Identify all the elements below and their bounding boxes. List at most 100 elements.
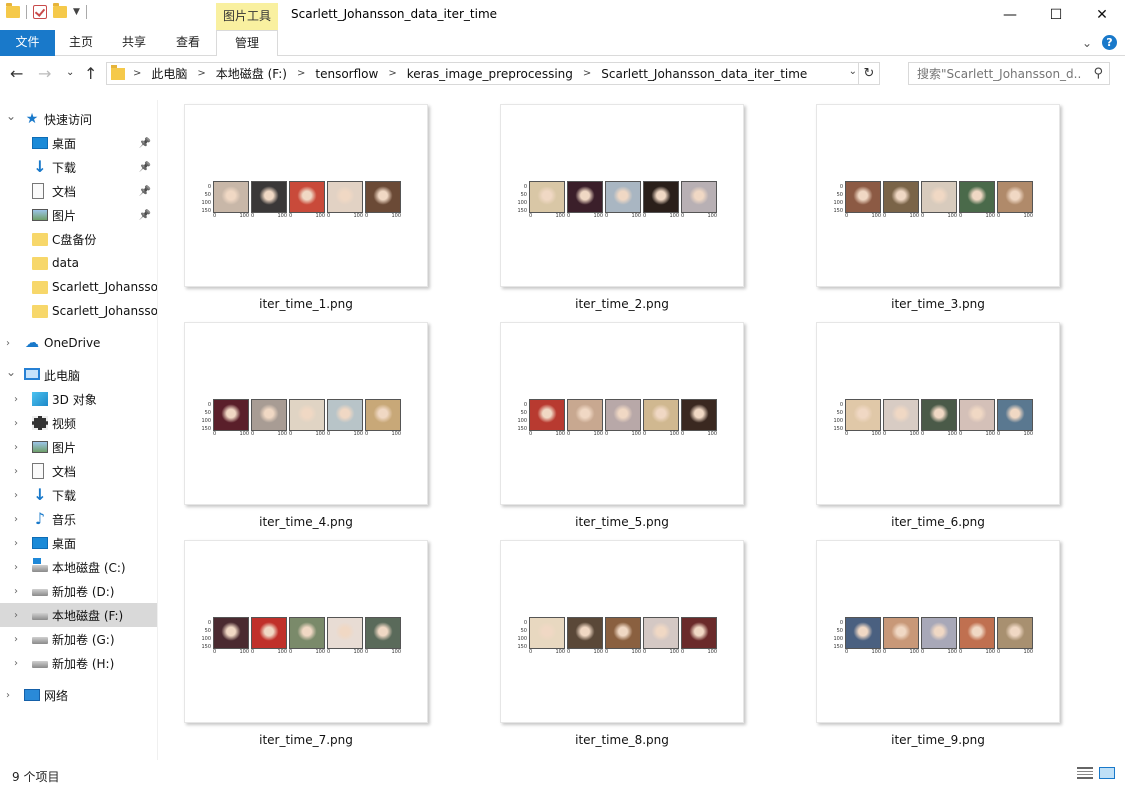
file-name[interactable]: iter_time_8.png [500, 733, 744, 747]
chevron-right-icon[interactable]: › [6, 338, 10, 349]
forward-arrow-icon[interactable]: → [38, 64, 51, 83]
large-icons-view-icon[interactable] [1099, 767, 1115, 779]
image-thumbnail[interactable]: 0 50 100 150 0 100 0 100 0 100 0 100 0 100 [816, 322, 1060, 505]
sidebar-item[interactable]: › ♪ 音乐 [0, 507, 157, 531]
new-folder-icon[interactable] [53, 3, 67, 18]
file-tile[interactable]: 0 50 100 150 0 100 0 100 0 100 0 100 0 100 iter_time_1… [184, 104, 428, 316]
sidebar-item[interactable]: Scarlett_Johansso [0, 275, 157, 299]
breadcrumb-keras[interactable]: keras_image_preprocessing [407, 67, 573, 81]
minimize-button[interactable]: — [987, 0, 1033, 30]
breadcrumb-drive-f[interactable]: 本地磁盘 (F:) [216, 65, 287, 82]
sidebar-item[interactable]: › 新加卷 (D:) [0, 579, 157, 603]
tab-manage[interactable]: 管理 [216, 30, 278, 57]
sidebar-item[interactable]: 图片 📌 [0, 203, 157, 227]
breadcrumb-separator[interactable]: > [297, 68, 305, 79]
sidebar-item[interactable]: ⌄ 此电脑 [0, 363, 157, 387]
chevron-right-icon[interactable]: › [14, 658, 18, 669]
pin-icon[interactable]: 📌 [139, 186, 151, 197]
breadcrumb-separator[interactable]: > [133, 68, 141, 79]
image-thumbnail[interactable]: 0 50 100 150 0 100 0 100 0 100 0 100 0 100 [184, 104, 428, 287]
sidebar-item[interactable]: › 文档 [0, 459, 157, 483]
file-tile[interactable]: 0 50 100 150 0 100 0 100 0 100 0 100 0 100 iter_time_8… [500, 540, 744, 752]
sidebar-item[interactable]: › 本地磁盘 (C:) [0, 555, 157, 579]
tab-view[interactable]: 查看 [161, 30, 215, 56]
search-icon[interactable]: ⚲ [1093, 66, 1103, 81]
sidebar-item[interactable]: › 新加卷 (H:) [0, 651, 157, 675]
chevron-right-icon[interactable]: › [14, 490, 18, 501]
file-name[interactable]: iter_time_9.png [816, 733, 1060, 747]
chevron-right-icon[interactable]: › [14, 586, 18, 597]
sidebar-item[interactable]: › ↓ 下载 [0, 483, 157, 507]
pin-icon[interactable]: 📌 [139, 162, 151, 173]
back-arrow-icon[interactable]: ← [10, 64, 23, 83]
file-tile[interactable]: 0 50 100 150 0 100 0 100 0 100 0 100 0 100 iter_time_9… [816, 540, 1060, 752]
sidebar-item[interactable]: › 桌面 [0, 531, 157, 555]
breadcrumb-separator[interactable]: > [197, 68, 205, 79]
sidebar-item[interactable]: C盘备份 [0, 227, 157, 251]
image-thumbnail[interactable]: 0 50 100 150 0 100 0 100 0 100 0 100 0 100 [184, 540, 428, 723]
file-name[interactable]: iter_time_6.png [816, 515, 1060, 529]
image-thumbnail[interactable]: 0 50 100 150 0 100 0 100 0 100 0 100 0 100 [500, 104, 744, 287]
file-name[interactable]: iter_time_4.png [184, 515, 428, 529]
file-name[interactable]: iter_time_1.png [184, 297, 428, 311]
folder-icon[interactable] [6, 3, 20, 18]
file-tile[interactable]: 0 50 100 150 0 100 0 100 0 100 0 100 0 100 iter_time_4… [184, 322, 428, 534]
breadcrumb-current-folder[interactable]: Scarlett_Johansson_data_iter_time [601, 67, 807, 81]
properties-icon[interactable] [33, 5, 47, 19]
recent-chevron-down-icon[interactable]: ⌄ [66, 67, 74, 78]
file-tile[interactable]: 0 50 100 150 0 100 0 100 0 100 0 100 0 100 iter_time_5… [500, 322, 744, 534]
address-dropdown-chevron-icon[interactable]: ⌄ [849, 66, 857, 77]
file-name[interactable]: iter_time_5.png [500, 515, 744, 529]
breadcrumb-separator[interactable]: > [388, 68, 396, 79]
file-tile[interactable]: 0 50 100 150 0 100 0 100 0 100 0 100 0 100 iter_time_6… [816, 322, 1060, 534]
refresh-icon[interactable]: ↻ [858, 62, 880, 85]
help-icon[interactable]: ? [1102, 35, 1117, 50]
tab-file[interactable]: 文件 [0, 30, 55, 56]
search-box[interactable]: ⚲ [908, 62, 1110, 85]
sidebar-item[interactable]: › 网络 [0, 683, 157, 707]
sidebar-item[interactable]: 桌面 📌 [0, 131, 157, 155]
chevron-down-icon[interactable]: ▼ [73, 7, 80, 17]
sidebar-item[interactable]: › 本地磁盘 (F:) [0, 603, 157, 627]
sidebar-item[interactable]: ↓ 下载 📌 [0, 155, 157, 179]
sidebar-item[interactable]: Scarlett_Johansso [0, 299, 157, 323]
chevron-right-icon[interactable]: › [14, 562, 18, 573]
chevron-right-icon[interactable]: › [14, 466, 18, 477]
image-thumbnail[interactable]: 0 50 100 150 0 100 0 100 0 100 0 100 0 100 [500, 322, 744, 505]
address-bar[interactable]: > 此电脑 > 本地磁盘 (F:) > tensorflow > keras_i… [106, 62, 880, 85]
tab-home[interactable]: 主页 [55, 30, 107, 56]
file-name[interactable]: iter_time_2.png [500, 297, 744, 311]
image-thumbnail[interactable]: 0 50 100 150 0 100 0 100 0 100 0 100 0 100 [816, 104, 1060, 287]
pin-icon[interactable]: 📌 [139, 138, 151, 149]
chevron-down-icon[interactable]: ⌄ [1082, 36, 1092, 50]
chevron-right-icon[interactable]: › [14, 418, 18, 429]
file-name[interactable]: iter_time_7.png [184, 733, 428, 747]
chevron-down-icon[interactable]: ⌄ [6, 109, 16, 123]
chevron-right-icon[interactable]: › [14, 538, 18, 549]
sidebar-item[interactable]: › 3D 对象 [0, 387, 157, 411]
chevron-right-icon[interactable]: › [14, 634, 18, 645]
chevron-right-icon[interactable]: › [14, 394, 18, 405]
file-tile[interactable]: 0 50 100 150 0 100 0 100 0 100 0 100 0 100 iter_time_7… [184, 540, 428, 752]
search-input[interactable] [909, 63, 1081, 84]
chevron-down-icon[interactable]: ⌄ [6, 365, 16, 379]
sidebar-item[interactable]: 文档 📌 [0, 179, 157, 203]
details-view-icon[interactable] [1077, 767, 1093, 779]
file-tile[interactable]: 0 50 100 150 0 100 0 100 0 100 0 100 0 100 iter_time_2… [500, 104, 744, 316]
image-thumbnail[interactable]: 0 50 100 150 0 100 0 100 0 100 0 100 0 100 [500, 540, 744, 723]
breadcrumb-this-pc[interactable]: 此电脑 [151, 65, 187, 82]
file-name[interactable]: iter_time_3.png [816, 297, 1060, 311]
breadcrumb-tensorflow[interactable]: tensorflow [315, 67, 378, 81]
sidebar-item[interactable]: data [0, 251, 157, 275]
close-button[interactable]: ✕ [1079, 0, 1125, 30]
sidebar-item[interactable]: › 新加卷 (G:) [0, 627, 157, 651]
tab-share[interactable]: 共享 [107, 30, 161, 56]
sidebar-item[interactable]: ⌄ ★ 快速访问 [0, 107, 157, 131]
sidebar-item[interactable]: › 图片 [0, 435, 157, 459]
breadcrumb-separator[interactable]: > [583, 68, 591, 79]
sidebar-item[interactable]: › ☁ OneDrive [0, 331, 157, 355]
image-thumbnail[interactable]: 0 50 100 150 0 100 0 100 0 100 0 100 0 100 [816, 540, 1060, 723]
chevron-right-icon[interactable]: › [14, 610, 18, 621]
up-arrow-icon[interactable]: ↑ [84, 64, 97, 83]
chevron-right-icon[interactable]: › [14, 442, 18, 453]
